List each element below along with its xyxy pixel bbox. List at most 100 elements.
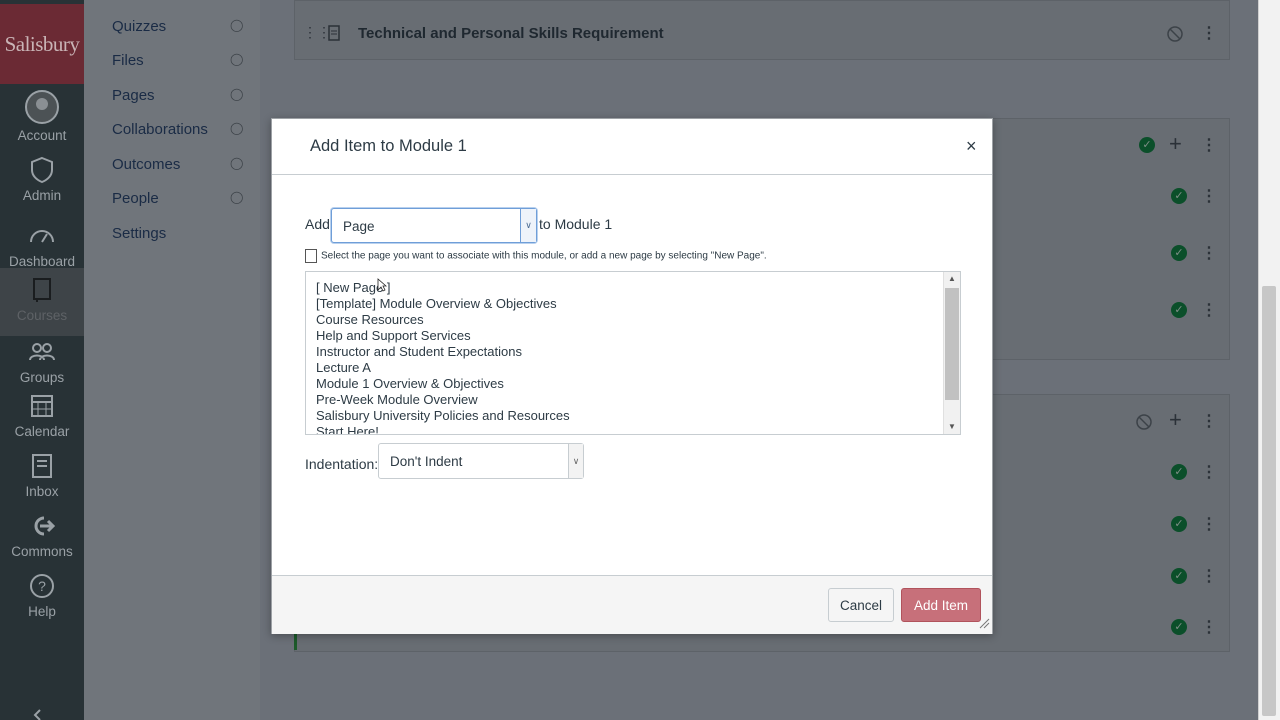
global-nav-label: Account <box>17 128 67 143</box>
published-icon[interactable]: ✓ <box>1171 302 1187 318</box>
global-nav: Salisbury Account Admin Dashboard Course… <box>0 0 84 720</box>
commons-icon <box>34 516 55 536</box>
listbox-scrollbar[interactable]: ▲ ▼ <box>943 272 960 434</box>
course-nav-files[interactable]: Files <box>112 52 144 69</box>
dashboard-icon <box>30 230 54 243</box>
add-item-button[interactable]: Add Item <box>901 588 981 622</box>
list-item[interactable]: Start Here! <box>316 424 379 434</box>
eye-slash-icon: ◯ <box>230 156 244 170</box>
add-item-dialog: Add Item to Module 1 × Add Page ∨ to Mod… <box>271 118 993 634</box>
to-module-label: to Module 1 <box>539 216 613 232</box>
close-icon[interactable]: × <box>966 136 977 157</box>
global-nav-label: Commons <box>11 544 73 559</box>
svg-text:?: ? <box>38 578 46 594</box>
list-item[interactable]: [Template] Module Overview & Objectives <box>316 296 557 311</box>
calendar-icon <box>31 395 53 417</box>
scroll-down-icon[interactable]: ▼ <box>944 420 960 434</box>
scroll-up-icon[interactable]: ▲ <box>944 272 960 286</box>
scrollbar-thumb[interactable] <box>945 288 959 400</box>
unpublished-icon[interactable] <box>1166 25 1184 43</box>
published-icon[interactable]: ✓ <box>1139 137 1155 153</box>
kebab-menu-icon[interactable]: ⋮ <box>1201 514 1217 534</box>
published-icon[interactable]: ✓ <box>1171 245 1187 261</box>
list-item[interactable]: Module 1 Overview & Objectives <box>316 376 504 391</box>
indentation-select[interactable]: Don't Indent ∨ <box>378 443 584 479</box>
cancel-button[interactable]: Cancel <box>828 588 894 622</box>
shield-icon <box>31 156 53 184</box>
list-item[interactable]: Instructor and Student Expectations <box>316 344 522 359</box>
course-nav: Quizzes ◯ Files ◯ Pages ◯ Collaborations… <box>84 0 260 720</box>
global-nav-commons[interactable]: Commons <box>0 512 84 559</box>
groups-icon <box>29 343 55 361</box>
global-nav-groups[interactable]: Groups <box>0 338 84 385</box>
dialog-title: Add Item to Module 1 <box>310 137 467 155</box>
page-listbox[interactable]: [ New Page ] [Template] Module Overview … <box>305 271 961 435</box>
book-icon <box>33 278 51 302</box>
course-nav-people[interactable]: People <box>112 190 159 207</box>
list-item[interactable]: Help and Support Services <box>316 328 471 343</box>
kebab-menu-icon[interactable]: ⋮ <box>1201 566 1217 586</box>
page-icon <box>328 25 340 41</box>
resize-handle-icon[interactable] <box>978 617 990 629</box>
list-item[interactable]: Course Resources <box>316 312 424 327</box>
institution-logo[interactable]: Salisbury <box>0 4 84 84</box>
eye-slash-icon: ◯ <box>230 52 244 66</box>
course-nav-quizzes[interactable]: Quizzes <box>112 18 166 35</box>
unpublished-icon[interactable] <box>1135 413 1153 431</box>
global-nav-calendar[interactable]: Calendar <box>0 392 84 439</box>
select-hint: Select the page you want to associate wi… <box>305 249 767 263</box>
indentation-value: Don't Indent <box>390 454 463 469</box>
module-card: ⋮⋮ Technical and Personal Skills Require… <box>294 0 1230 60</box>
add-label: Add <box>305 216 330 232</box>
page-icon <box>305 249 317 263</box>
global-nav-dashboard[interactable]: Dashboard <box>0 222 84 269</box>
help-icon: ? <box>30 574 54 598</box>
published-icon[interactable]: ✓ <box>1171 568 1187 584</box>
eye-slash-icon: ◯ <box>230 121 244 135</box>
global-nav-help[interactable]: ? Help <box>0 572 84 619</box>
page-scrollbar[interactable] <box>1258 0 1280 720</box>
chevron-down-icon[interactable]: ∨ <box>520 209 536 242</box>
course-nav-pages[interactable]: Pages <box>112 87 155 104</box>
list-item[interactable]: Lecture A <box>316 360 371 375</box>
kebab-menu-icon[interactable]: ⋮ <box>1201 411 1217 431</box>
module-item-title[interactable]: Technical and Personal Skills Requiremen… <box>358 25 664 42</box>
avatar <box>25 90 59 124</box>
published-icon[interactable]: ✓ <box>1171 188 1187 204</box>
course-nav-collaborations[interactable]: Collaborations <box>112 121 208 138</box>
dialog-header: Add Item to Module 1 × <box>272 119 992 175</box>
eye-slash-icon: ◯ <box>230 87 244 101</box>
hint-text: Select the page you want to associate wi… <box>321 250 767 262</box>
kebab-menu-icon[interactable]: ⋮ <box>1201 243 1217 263</box>
course-nav-outcomes[interactable]: Outcomes <box>112 156 180 173</box>
global-nav-admin[interactable]: Admin <box>0 156 84 203</box>
global-nav-label: Admin <box>22 188 62 203</box>
course-nav-settings[interactable]: Settings <box>112 225 166 242</box>
kebab-menu-icon[interactable]: ⋮ <box>1201 617 1217 637</box>
global-nav-label: Groups <box>19 370 65 385</box>
kebab-menu-icon[interactable]: ⋮ <box>1201 300 1217 320</box>
published-icon[interactable]: ✓ <box>1171 619 1187 635</box>
global-nav-label: Courses <box>16 308 68 323</box>
list-item[interactable]: Pre-Week Module Overview <box>316 392 478 407</box>
global-nav-account[interactable]: Account <box>0 90 84 143</box>
global-nav-inbox[interactable]: Inbox <box>0 452 84 499</box>
global-nav-courses[interactable]: Courses <box>0 268 84 336</box>
scrollbar-thumb[interactable] <box>1262 286 1276 716</box>
kebab-menu-icon[interactable]: ⋮ <box>1201 462 1217 482</box>
add-item-icon[interactable]: + <box>1169 407 1182 433</box>
global-nav-label: Inbox <box>25 484 59 499</box>
global-nav-label: Dashboard <box>8 254 76 269</box>
item-type-select[interactable]: Page ∨ <box>331 208 537 243</box>
item-type-value: Page <box>343 219 375 234</box>
kebab-menu-icon[interactable]: ⋮ <box>1201 23 1217 43</box>
published-icon[interactable]: ✓ <box>1171 464 1187 480</box>
list-item[interactable]: Salisbury University Policies and Resour… <box>316 408 570 423</box>
indentation-label: Indentation: <box>305 456 379 472</box>
published-icon[interactable]: ✓ <box>1171 516 1187 532</box>
chevron-down-icon[interactable]: ∨ <box>568 444 583 478</box>
collapse-nav-icon[interactable] <box>30 708 46 720</box>
add-item-icon[interactable]: + <box>1169 131 1182 157</box>
kebab-menu-icon[interactable]: ⋮ <box>1201 135 1217 155</box>
kebab-menu-icon[interactable]: ⋮ <box>1201 186 1217 206</box>
